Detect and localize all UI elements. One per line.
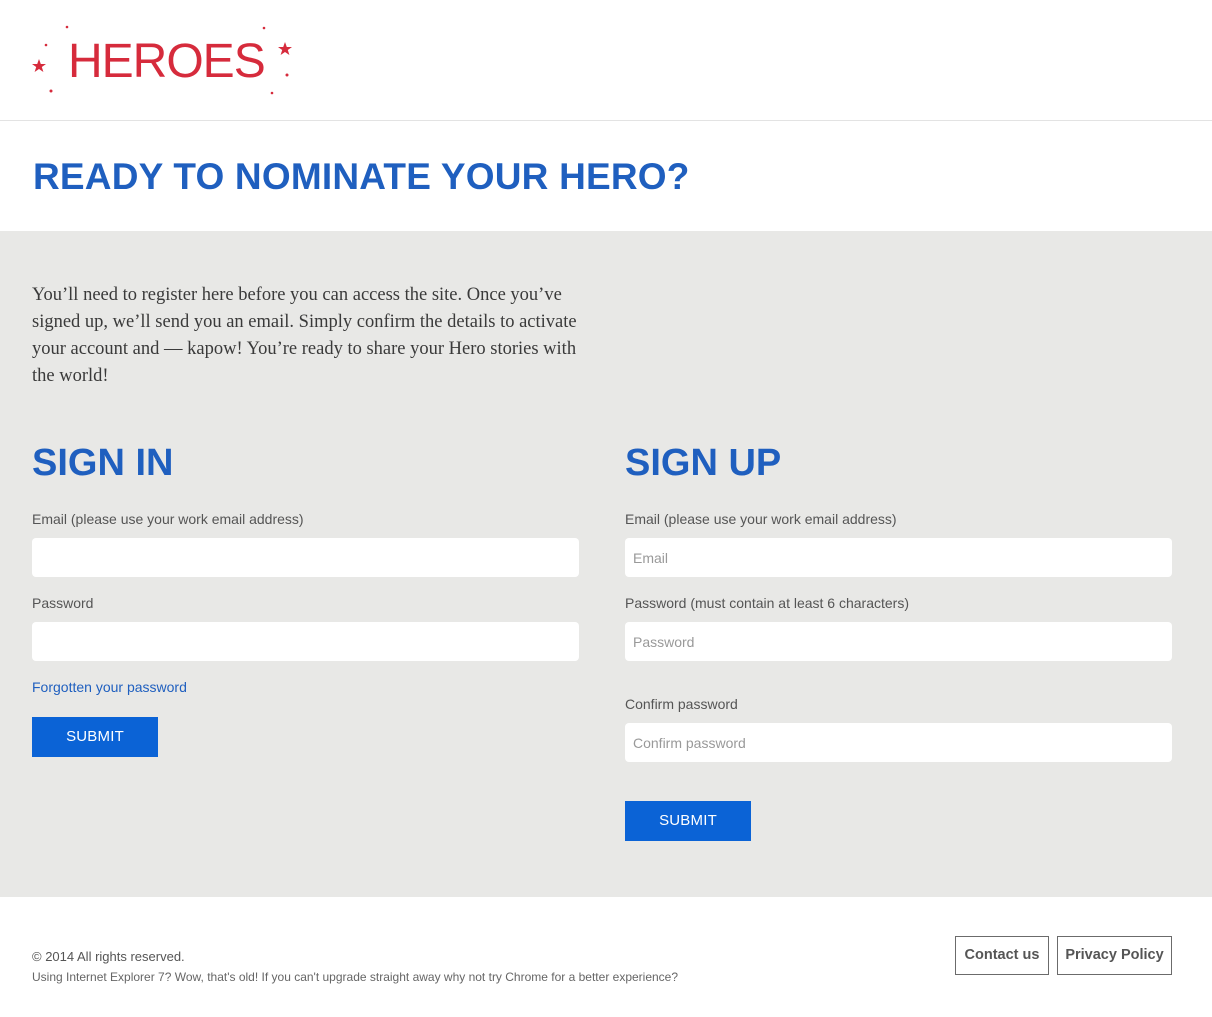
logo-text: HEROES <box>68 35 266 88</box>
sign-in-password-input[interactable] <box>32 622 579 661</box>
intro-text: You’ll need to register here before you … <box>32 285 577 386</box>
sign-in-email-label: Email (please use your work email addres… <box>32 511 304 527</box>
sign-up-password-label: Password (must contain at least 6 charac… <box>625 595 910 611</box>
copyright-text: © 2014 All rights reserved. <box>32 949 185 964</box>
sign-in-title: SIGN IN <box>32 442 174 484</box>
sign-up-password-input[interactable] <box>625 622 1172 661</box>
page-title: READY TO NOMINATE YOUR HERO? <box>33 156 690 197</box>
sign-in-email-input[interactable] <box>32 538 579 577</box>
sign-up-email-input[interactable] <box>625 538 1172 577</box>
sign-in-password-label: Password <box>32 595 94 611</box>
sign-in-submit-button[interactable]: SUBMIT <box>32 717 158 757</box>
site-header: HEROES <box>0 0 1212 121</box>
sign-up-confirm-input[interactable] <box>625 723 1172 762</box>
sign-up-title: SIGN UP <box>625 442 782 484</box>
browser-upgrade-note: Using Internet Explorer 7? Wow, that's o… <box>32 970 679 984</box>
sign-up-confirm-label: Confirm password <box>625 696 738 712</box>
forgot-password-link[interactable]: Forgotten your password <box>32 679 187 695</box>
contact-us-button[interactable]: Contact us <box>955 936 1049 975</box>
sign-up-email-label: Email (please use your work email addres… <box>625 511 897 527</box>
heroes-logo[interactable]: HEROES <box>28 20 298 100</box>
privacy-policy-button[interactable]: Privacy Policy <box>1057 936 1172 975</box>
sign-up-submit-button[interactable]: SUBMIT <box>625 801 751 841</box>
